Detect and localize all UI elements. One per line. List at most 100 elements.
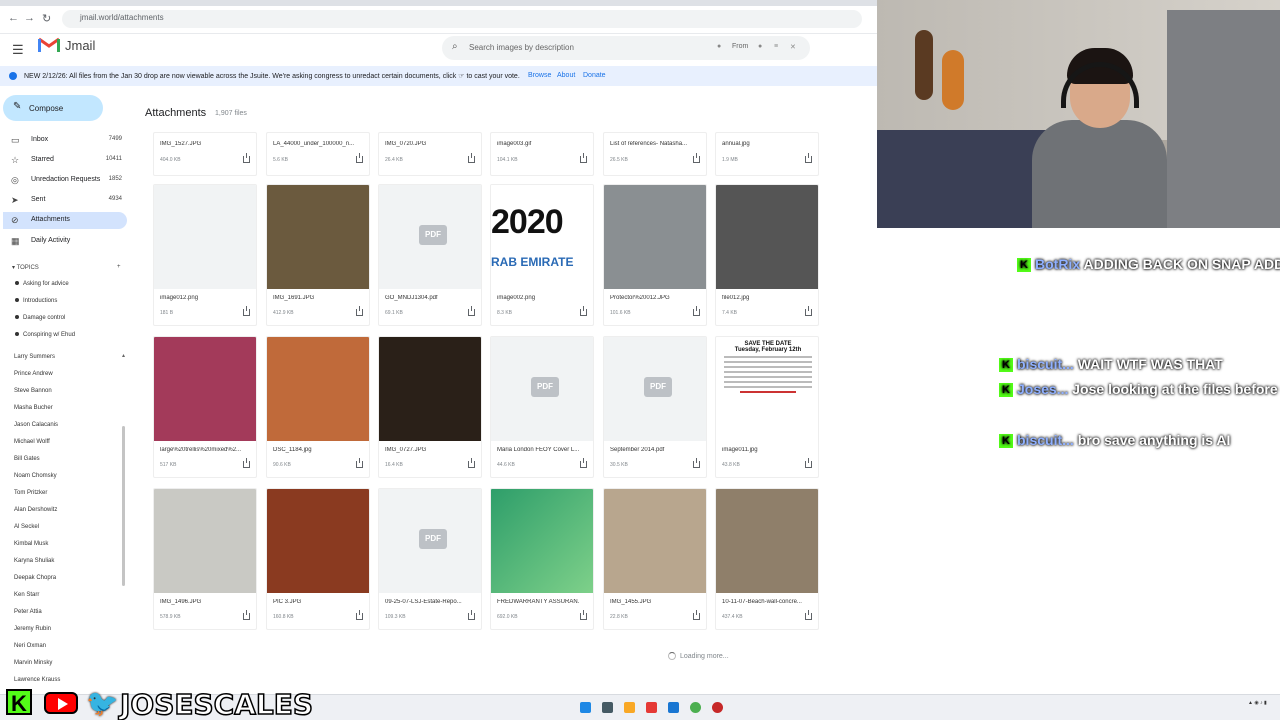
person-icon[interactable]: ● [717,43,721,50]
attachment-thumbnail[interactable]: PDF [379,489,481,593]
person-item[interactable]: Prince Andrew [14,371,53,377]
sidebar-item-attachments[interactable]: ⊘ Attachments [3,212,127,229]
download-icon[interactable] [468,306,475,316]
download-icon[interactable] [243,306,250,316]
attachment-card[interactable]: image012.png 181 B [153,184,257,326]
address-bar[interactable] [62,10,862,28]
person-item[interactable]: Ken Starr [14,592,39,598]
person-item[interactable]: Bill Gates [14,456,40,462]
person-item[interactable]: Michael Wolff [14,439,50,445]
banner-link-browse[interactable]: Browse [528,72,551,79]
download-icon[interactable] [356,458,363,468]
topic-item[interactable]: Conspiring w/ Ehud [15,332,75,338]
person-item[interactable]: Deepak Chopra [14,575,56,581]
from-filter[interactable]: From [732,43,748,50]
attachment-thumbnail[interactable]: PDF [604,337,706,441]
attachment-card[interactable]: List of references- Natasha... 26.5 KB [603,132,707,176]
app-icon[interactable] [668,702,679,713]
download-icon[interactable] [580,306,587,316]
back-icon[interactable]: ← [8,12,19,24]
attachment-card[interactable]: PDF 09-25-07-LSJ-Estate-Repo... 109.3 KB [378,488,482,630]
attachment-thumbnail[interactable] [267,489,369,593]
attachment-card[interactable]: annual.jpg 1.9 MB [715,132,819,176]
attachment-thumbnail[interactable] [604,185,706,289]
attachment-thumbnail[interactable] [154,489,256,593]
add-topic-icon[interactable]: + [117,264,121,270]
attachment-thumbnail[interactable] [154,337,256,441]
attachment-card[interactable]: FREDWARRANTY ASSURAN... 692.0 KB [490,488,594,630]
attachment-card[interactable]: LA_44000_under_100000_n... 5.6 KB [266,132,370,176]
search-placeholder[interactable]: Search images by description [469,43,574,52]
download-icon[interactable] [693,458,700,468]
download-icon[interactable] [805,458,812,468]
banner-link-about[interactable]: About [557,72,575,79]
download-icon[interactable] [693,610,700,620]
attachment-card[interactable]: large%20trellis%20mixed%2... 517 KB [153,336,257,478]
attachment-card[interactable]: SAVE THE DATE Tuesday, February 12th image… [715,336,819,478]
download-icon[interactable] [356,610,363,620]
attachment-card[interactable]: PDF September 2014.pdf 30.5 KB [603,336,707,478]
download-icon[interactable] [243,610,250,620]
download-icon[interactable] [356,306,363,316]
attachment-thumbnail[interactable]: 2020 RAB EMIRATE [491,185,593,289]
download-icon[interactable] [468,153,475,163]
person-item[interactable]: Alan Dershowitz [14,507,57,513]
attachment-card[interactable]: IMG_1496.JPG 578.9 KB [153,488,257,630]
download-icon[interactable] [468,458,475,468]
person-item[interactable]: Steve Bannon [14,388,52,394]
attachment-card[interactable]: file012.jpg 7.4 KB [715,184,819,326]
attachment-thumbnail[interactable] [267,185,369,289]
windows-start-icon[interactable] [580,702,591,713]
sidebar-item-starred[interactable]: ☆ Starred 10411 [3,152,127,169]
person-item[interactable]: Kimbal Musk [14,541,48,547]
download-icon[interactable] [243,153,250,163]
topics-header[interactable]: ▾ TOPICS + [12,264,121,271]
attachment-thumbnail[interactable] [604,489,706,593]
person-item[interactable]: Jeremy Rubin [14,626,51,632]
download-icon[interactable] [243,458,250,468]
download-icon[interactable] [580,153,587,163]
attachment-card[interactable]: IMG_1455.JPG 22.8 KB [603,488,707,630]
attachment-card[interactable]: DSC_1184.jpg 90.6 KB [266,336,370,478]
download-icon[interactable] [356,153,363,163]
person-item[interactable]: Peter Attia [14,609,42,615]
attachment-thumbnail[interactable] [154,185,256,289]
person-item[interactable]: Lawrence Krauss [14,677,60,683]
person-item[interactable]: Neri Oxman [14,643,46,649]
person-item[interactable]: Tom Pritzker [14,490,47,496]
file-explorer-icon[interactable] [624,702,635,713]
person-item[interactable]: Al Seckel [14,524,39,530]
topic-item[interactable]: Asking for advice [15,281,69,287]
download-icon[interactable] [693,153,700,163]
download-icon[interactable] [580,610,587,620]
attachment-card[interactable]: PDF GO_MNDJ1304.pdf 69.1 KB [378,184,482,326]
banner-link-donate[interactable]: Donate [583,72,606,79]
forward-icon[interactable]: → [24,12,35,24]
person-item[interactable]: Masha Bucher [14,405,53,411]
sidebar-item-unredaction-requests[interactable]: ◎ Unredaction Requests 1852 [3,172,127,189]
download-icon[interactable] [805,153,812,163]
chrome-icon[interactable] [690,702,701,713]
collapse-people-icon[interactable]: ▴ [122,352,125,359]
sidebar-item-daily-activity[interactable]: ▦ Daily Activity [3,233,127,250]
system-tray[interactable]: ▲ ◉ ♪ ▮ [1248,700,1267,706]
people-icon[interactable]: ● [758,43,762,50]
attachment-card[interactable]: Protector%20012.JPG 101.6 KB [603,184,707,326]
sidebar-item-inbox[interactable]: ▭ Inbox 7499 [3,132,127,149]
sidebar-item-sent[interactable]: ➤ Sent 4934 [3,192,127,209]
obs-icon[interactable] [712,702,723,713]
reload-icon[interactable]: ↻ [42,12,51,25]
attachment-thumbnail[interactable]: PDF [491,337,593,441]
download-icon[interactable] [580,458,587,468]
attachment-thumbnail[interactable] [716,489,818,593]
attachment-thumbnail[interactable] [716,185,818,289]
attachment-thumbnail[interactable] [379,337,481,441]
download-icon[interactable] [468,610,475,620]
person-item[interactable]: Noam Chomsky [14,473,57,479]
task-view-icon[interactable] [602,702,613,713]
attachment-card[interactable]: IMG_1527.JPG 404.0 KB [153,132,257,176]
topic-item[interactable]: Introductions [15,298,57,304]
search-bar[interactable]: ⌕ Search images by description ● From ● … [442,36,810,60]
attachment-card[interactable]: 2020 RAB EMIRATE image002.png 8.3 KB [490,184,594,326]
sidebar-scrollbar[interactable] [122,426,125,586]
